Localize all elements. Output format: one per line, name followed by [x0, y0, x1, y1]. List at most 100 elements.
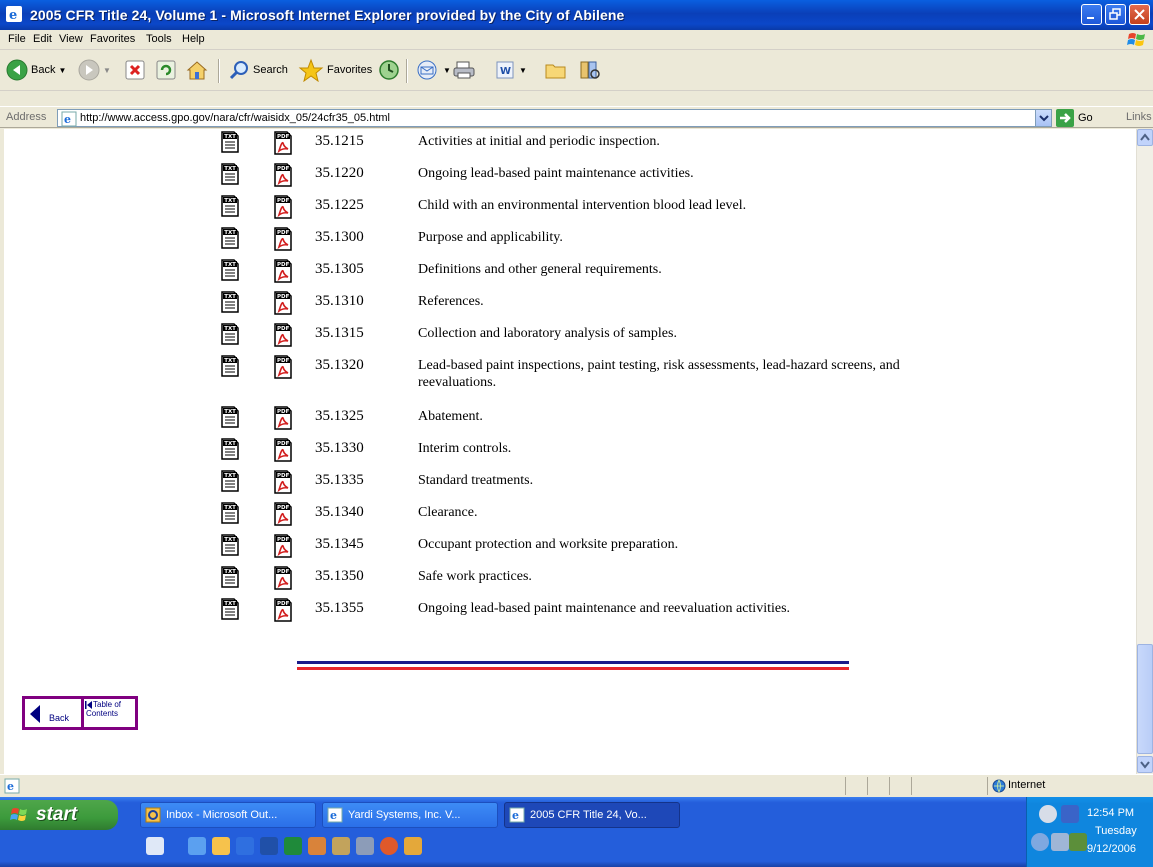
txt-file-icon[interactable]: TXT — [221, 502, 239, 524]
menu-help[interactable]: Help — [182, 33, 205, 45]
forward-button[interactable]: ▼ — [78, 56, 111, 84]
word-icon: W — [496, 61, 514, 79]
browser-quicklaunch-icon[interactable] — [236, 837, 254, 855]
forward-dropdown-icon[interactable]: ▼ — [103, 66, 111, 75]
close-icon — [1134, 9, 1145, 20]
txt-file-icon[interactable]: TXT — [221, 259, 239, 281]
menu-file[interactable]: File — [8, 33, 26, 45]
restore-button[interactable] — [1105, 4, 1126, 25]
menu-bar: File Edit View Favorites Tools Help — [0, 30, 1153, 50]
home-button[interactable] — [185, 56, 209, 84]
menu-tools[interactable]: Tools — [146, 33, 172, 45]
media-quicklaunch-icon[interactable] — [380, 837, 398, 855]
clock-time[interactable]: 12:54 PM — [1087, 807, 1134, 819]
pdf-file-icon[interactable]: PDF — [274, 291, 292, 315]
show-desktop-icon[interactable] — [146, 837, 164, 855]
tray-icon[interactable] — [1039, 805, 1057, 823]
menu-view[interactable]: View — [59, 33, 83, 45]
pdf-file-icon[interactable]: PDF — [274, 534, 292, 558]
minimize-button[interactable] — [1081, 4, 1102, 25]
go-button[interactable]: Go — [1056, 109, 1093, 127]
scroll-up-button[interactable] — [1137, 129, 1153, 146]
pdf-file-icon[interactable]: PDF — [274, 131, 292, 155]
mail-button[interactable]: ▼ — [416, 56, 451, 84]
svg-text:PDF: PDF — [277, 262, 290, 268]
ie-quicklaunch-icon[interactable] — [188, 837, 206, 855]
txt-file-icon[interactable]: TXT — [221, 470, 239, 492]
favorites-button[interactable]: Favorites — [298, 56, 372, 84]
pdf-file-icon[interactable]: PDF — [274, 470, 292, 494]
address-dropdown-button[interactable] — [1035, 110, 1051, 126]
research-button[interactable] — [578, 56, 602, 84]
word-quicklaunch-icon[interactable] — [260, 837, 278, 855]
address-input[interactable]: e http://www.access.gpo.gov/nara/cfr/wai… — [57, 109, 1052, 127]
txt-file-icon[interactable]: TXT — [221, 355, 239, 377]
vertical-scrollbar[interactable] — [1136, 129, 1153, 774]
globe-icon — [992, 779, 1006, 793]
app-quicklaunch-icon[interactable] — [308, 837, 326, 855]
close-button[interactable] — [1129, 4, 1150, 25]
toolbar-separator — [406, 59, 408, 83]
stop-button[interactable] — [124, 56, 146, 84]
pdf-file-icon[interactable]: PDF — [274, 227, 292, 251]
table-of-contents-button[interactable]: Table of Contents — [81, 696, 138, 730]
txt-file-icon[interactable]: TXT — [221, 131, 239, 153]
app-quicklaunch-icon[interactable] — [332, 837, 350, 855]
menu-edit[interactable]: Edit — [33, 33, 52, 45]
pdf-file-icon[interactable]: PDF — [274, 355, 292, 379]
back-dropdown-icon[interactable]: ▼ — [58, 66, 66, 75]
pdf-file-icon[interactable]: PDF — [274, 323, 292, 347]
pdf-file-icon[interactable]: PDF — [274, 406, 292, 430]
txt-file-icon[interactable]: TXT — [221, 227, 239, 249]
menu-favorites[interactable]: Favorites — [90, 33, 135, 45]
pdf-file-icon[interactable]: PDF — [274, 163, 292, 187]
txt-file-icon[interactable]: TXT — [221, 323, 239, 345]
address-label: Address — [6, 111, 47, 123]
scroll-thumb[interactable] — [1137, 644, 1153, 754]
ie-icon: e — [327, 807, 343, 823]
task-yardi[interactable]: e Yardi Systems, Inc. V... — [322, 802, 498, 828]
txt-file-icon[interactable]: TXT — [221, 291, 239, 313]
pdf-file-icon[interactable]: PDF — [274, 438, 292, 462]
excel-quicklaunch-icon[interactable] — [284, 837, 302, 855]
txt-file-icon[interactable]: TXT — [221, 534, 239, 556]
txt-file-icon[interactable]: TXT — [221, 438, 239, 460]
txt-file-icon[interactable]: TXT — [221, 566, 239, 588]
edit-dropdown-icon[interactable]: ▼ — [519, 66, 527, 75]
pdf-file-icon[interactable]: PDF — [274, 598, 292, 622]
network-icon[interactable] — [1051, 833, 1069, 851]
outlook-quicklaunch-icon[interactable] — [212, 837, 230, 855]
search-button[interactable]: Search — [228, 56, 288, 84]
start-button[interactable]: start — [0, 800, 118, 830]
pdf-file-icon[interactable]: PDF — [274, 566, 292, 590]
discuss-button[interactable] — [544, 56, 568, 84]
back-button[interactable]: Back ▼ — [6, 56, 66, 84]
chevron-left-icon[interactable] — [1031, 833, 1049, 851]
shield-icon[interactable] — [1061, 805, 1079, 823]
app-tray-icon[interactable] — [1069, 833, 1087, 851]
app-quicklaunch-icon[interactable] — [356, 837, 374, 855]
task-outlook[interactable]: Inbox - Microsoft Out... — [140, 802, 316, 828]
scroll-down-button[interactable] — [1137, 756, 1153, 773]
app-quicklaunch-icon[interactable] — [404, 837, 422, 855]
svg-text:PDF: PDF — [277, 505, 290, 511]
txt-file-icon[interactable]: TXT — [221, 163, 239, 185]
edit-word-button[interactable]: W ▼ — [494, 56, 527, 84]
task-cfr-browser[interactable]: e 2005 CFR Title 24, Vo... — [504, 802, 680, 828]
pdf-file-icon[interactable]: PDF — [274, 502, 292, 526]
svg-text:PDF: PDF — [277, 358, 290, 364]
section-title: Lead-based paint inspections, paint test… — [418, 358, 900, 390]
mail-dropdown-icon[interactable]: ▼ — [443, 66, 451, 75]
pdf-file-icon[interactable]: PDF — [274, 259, 292, 283]
txt-file-icon[interactable]: TXT — [221, 598, 239, 620]
history-button[interactable] — [378, 56, 400, 84]
txt-file-icon[interactable]: TXT — [221, 406, 239, 428]
txt-file-icon[interactable]: TXT — [221, 195, 239, 217]
back-nav-button[interactable]: Back — [22, 696, 84, 730]
pdf-file-icon[interactable]: PDF — [274, 195, 292, 219]
title-bar[interactable]: e 2005 CFR Title 24, Volume 1 - Microsof… — [0, 0, 1153, 30]
svg-text:TXT: TXT — [224, 358, 236, 364]
refresh-button[interactable] — [155, 56, 177, 84]
print-button[interactable] — [452, 56, 476, 84]
links-toolbar[interactable]: Links — [1126, 111, 1152, 123]
